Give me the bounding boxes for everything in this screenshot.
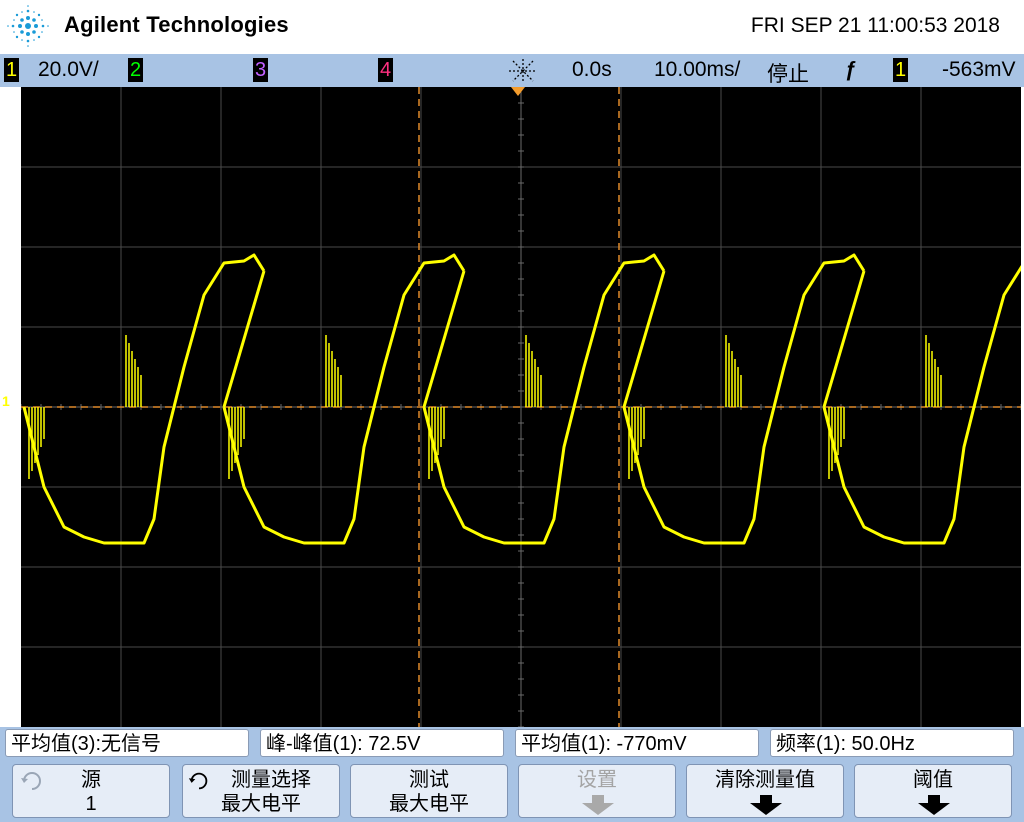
time-reference-icon xyxy=(509,59,537,83)
ch1-scale: 20.0V/ xyxy=(38,58,99,81)
time-scale: 10.00ms/ xyxy=(654,58,741,81)
measurement-avg-ch3: 平均值(3):无信号 xyxy=(5,729,249,757)
softkey-source-label: 源 xyxy=(81,769,101,791)
ch1-trace-edge xyxy=(622,270,666,408)
waveform-svg xyxy=(21,87,1021,727)
submenu-arrow-icon xyxy=(582,795,614,815)
softkey-settings[interactable]: 设置 xyxy=(518,764,676,818)
softkey-source[interactable]: 源 1 xyxy=(12,764,170,818)
softkey-test[interactable]: 测试 最大电平 xyxy=(350,764,508,818)
status-bar: 1 20.0V/ 2 3 4 0.0s 10.00ms/ 停止 ƒ 1 -563… xyxy=(0,54,1024,87)
ch1-trace xyxy=(22,253,1021,545)
softkey-clear-label: 清除测量值 xyxy=(715,769,815,791)
agilent-spark-logo-icon xyxy=(7,5,49,47)
waveform-display xyxy=(21,87,1021,727)
date-time: FRI SEP 21 11:00:53 2018 xyxy=(750,14,1000,37)
run-state: 停止 xyxy=(767,63,809,86)
trigger-position-marker xyxy=(511,87,525,96)
ch1-trace-cycle xyxy=(422,253,666,545)
softkey-settings-label: 设置 xyxy=(577,769,617,791)
ch1-indicator[interactable]: 1 xyxy=(4,58,19,82)
time-delay: 0.0s xyxy=(572,58,612,81)
softkey-clear-measurements[interactable]: 清除测量值 xyxy=(686,764,844,818)
ch2-indicator[interactable]: 2 xyxy=(128,58,143,82)
ch3-indicator[interactable]: 3 xyxy=(253,58,268,82)
softkey-threshold[interactable]: 阈值 xyxy=(854,764,1012,818)
softkey-source-value: 1 xyxy=(85,793,97,815)
measurement-vpp-ch1: 峰-峰值(1): 72.5V xyxy=(260,729,504,757)
ch1-trace-edge xyxy=(422,270,466,408)
ch1-trace-cycle xyxy=(222,253,466,545)
softkey-measure-select-value: 最大电平 xyxy=(221,793,301,815)
softkey-test-value: 最大电平 xyxy=(389,793,469,815)
measurement-avg-ch1: 平均值(1): -770mV xyxy=(515,729,759,757)
title-bar: Agilent Technologies FRI SEP 21 11:00:53… xyxy=(0,0,1024,54)
ch1-trace-cycle xyxy=(822,264,1021,545)
softkey-test-label: 测试 xyxy=(409,769,449,791)
submenu-arrow-icon xyxy=(918,795,950,815)
ch1-trace-cycle xyxy=(622,253,866,545)
ch1-trace-edge xyxy=(222,270,266,408)
ch1-ground-marker[interactable]: 1 xyxy=(2,393,10,409)
submenu-arrow-icon xyxy=(750,795,782,815)
softkey-measure-select-label: 测量选择 xyxy=(231,769,311,791)
softkey-measure-select[interactable]: 测量选择 最大电平 xyxy=(182,764,340,818)
trigger-level: -563mV xyxy=(942,58,1016,81)
measurement-freq-ch1: 频率(1): 50.0Hz xyxy=(770,729,1014,757)
measurement-row: 平均值(3):无信号 峰-峰值(1): 72.5V 平均值(1): -770mV… xyxy=(0,727,1024,761)
ch4-indicator[interactable]: 4 xyxy=(378,58,393,82)
ch1-trace-edge xyxy=(822,270,866,408)
softkey-threshold-label: 阈值 xyxy=(913,769,953,791)
ch1-trace-cycle xyxy=(22,253,266,545)
softkey-bar: 源 1 测量选择 最大电平 测试 最大电平 设置 清除测量值 阈值 xyxy=(0,761,1024,822)
trigger-slope-icon: ƒ xyxy=(845,58,857,81)
trigger-source: 1 xyxy=(893,58,908,82)
brand-name: Agilent Technologies xyxy=(64,12,289,37)
